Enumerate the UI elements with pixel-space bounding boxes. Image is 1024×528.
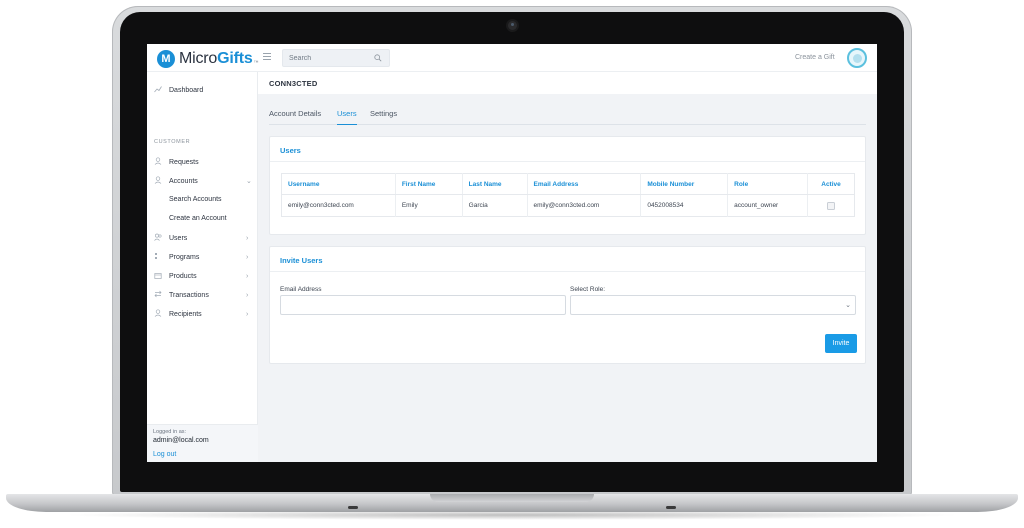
brand-logo[interactable]: M MicroGifts ™ <box>157 49 259 69</box>
search-icon[interactable] <box>374 54 382 62</box>
email-label: Email Address <box>280 286 322 293</box>
sidebar-item-products[interactable]: Products › <box>147 268 258 284</box>
swap-arrows-icon <box>154 290 162 298</box>
sidebar-item-label: Accounts <box>169 177 198 185</box>
sidebar-item-label: Requests <box>169 158 199 166</box>
brand-name: MicroGifts <box>179 50 253 67</box>
users-icon <box>154 233 162 241</box>
search-box <box>282 49 390 67</box>
brand-trademark: ™ <box>253 60 259 66</box>
email-field-wrapper <box>280 295 566 317</box>
main-content: CONN3CTED Account Details Users Settings… <box>258 72 877 462</box>
logged-in-label: Logged in as: <box>153 429 187 435</box>
invite-button[interactable]: Invite <box>825 334 857 353</box>
cell-username: emily@conn3cted.com <box>281 194 396 217</box>
sidebar-item-users[interactable]: Users › <box>147 230 258 246</box>
invite-card: Invite Users Email Address Select Role: … <box>269 246 866 364</box>
avatar[interactable] <box>847 48 867 68</box>
screen: M MicroGifts ™ Create a Gift Dashboard C… <box>147 44 877 462</box>
avatar-face-icon <box>852 53 862 63</box>
grid-icon <box>155 253 157 259</box>
sidebar-item-accounts[interactable]: Accounts ⌄ <box>147 173 258 189</box>
cell-mobile: 0452008534 <box>640 194 729 217</box>
sidebar-item-requests[interactable]: Requests <box>147 154 258 170</box>
user-icon <box>154 176 162 184</box>
cell-email: emily@conn3cted.com <box>527 194 642 217</box>
tab-bar: Account Details Users Settings <box>269 108 866 125</box>
users-card: Users Username First Name Last Name Emai… <box>269 136 866 235</box>
users-card-header: Users <box>270 137 865 162</box>
sidebar-item-search-accounts[interactable]: Search Accounts <box>169 196 222 203</box>
invite-card-header: Invite Users <box>270 247 865 272</box>
table-row[interactable]: emily@conn3cted.com Emily Garcia emily@c… <box>281 194 855 217</box>
search-input[interactable] <box>289 50 373 66</box>
tab-settings[interactable]: Settings <box>370 109 397 125</box>
chevron-right-icon: › <box>246 272 249 280</box>
chart-icon <box>154 86 162 93</box>
cell-role: account_owner <box>727 194 809 217</box>
chevron-down-icon: ⌄ <box>845 302 851 309</box>
laptop-foot-right <box>666 506 676 509</box>
logout-link[interactable]: Log out <box>153 451 176 458</box>
email-field[interactable] <box>281 298 565 317</box>
user-icon <box>154 157 162 165</box>
column-header-email[interactable]: Email Address <box>527 173 642 195</box>
chevron-right-icon: › <box>246 253 249 261</box>
tab-account-details[interactable]: Account Details <box>269 109 321 125</box>
sidebar: Dashboard CUSTOMER Requests Accounts ⌄ S… <box>147 72 258 462</box>
page-header: CONN3CTED <box>258 72 877 94</box>
hamburger-menu-icon[interactable] <box>263 53 271 61</box>
sidebar-item-label: Users <box>169 234 188 242</box>
sidebar-item-label: Transactions <box>169 291 209 299</box>
chevron-right-icon: › <box>246 310 249 318</box>
chevron-down-icon: ⌄ <box>246 178 252 185</box>
chevron-right-icon: › <box>246 291 249 299</box>
column-header-first-name[interactable]: First Name <box>395 173 463 195</box>
column-header-username[interactable]: Username <box>281 173 396 195</box>
brand-mark-icon: M <box>157 50 175 68</box>
sidebar-section-customer: CUSTOMER <box>154 139 191 145</box>
column-header-role[interactable]: Role <box>727 173 809 195</box>
sidebar-item-recipients[interactable]: Recipients › <box>147 306 258 322</box>
gift-box-icon <box>154 273 162 279</box>
camera-icon <box>508 21 517 30</box>
role-label: Select Role: <box>570 286 606 293</box>
tab-users[interactable]: Users <box>337 109 357 125</box>
users-card-title: Users <box>280 146 301 155</box>
page-title: CONN3CTED <box>269 79 318 88</box>
sidebar-footer: Logged in as: admin@local.com Log out <box>147 424 258 462</box>
invite-card-title: Invite Users <box>280 256 323 265</box>
cell-last-name: Garcia <box>462 194 528 217</box>
chevron-right-icon: › <box>246 234 249 242</box>
role-select[interactable]: ⌄ <box>570 295 856 315</box>
create-gift-link[interactable]: Create a Gift <box>795 54 835 61</box>
sidebar-item-label: Recipients <box>169 310 202 318</box>
sidebar-item-label: Programs <box>169 253 200 261</box>
user-icon <box>154 309 162 317</box>
cell-first-name: Emily <box>395 194 463 217</box>
sidebar-item-transactions[interactable]: Transactions › <box>147 287 258 303</box>
laptop-foot-left <box>348 506 358 509</box>
laptop-notch <box>430 494 594 502</box>
active-checkbox[interactable] <box>827 201 836 210</box>
sidebar-item-create-account[interactable]: Create an Account <box>169 215 227 222</box>
column-header-active[interactable]: Active <box>807 173 855 195</box>
sidebar-item-dashboard[interactable]: Dashboard <box>147 82 258 98</box>
sidebar-item-label: Products <box>169 272 197 280</box>
table-header-row: Username First Name Last Name Email Addr… <box>281 173 855 195</box>
users-table: Username First Name Last Name Email Addr… <box>281 173 855 217</box>
column-header-last-name[interactable]: Last Name <box>462 173 528 195</box>
top-bar: M MicroGifts ™ Create a Gift <box>147 44 877 72</box>
sidebar-item-programs[interactable]: Programs › <box>147 249 258 265</box>
sidebar-item-label: Dashboard <box>169 86 204 94</box>
logged-in-user: admin@local.com <box>153 437 209 444</box>
column-header-mobile[interactable]: Mobile Number <box>640 173 729 195</box>
cell-active <box>808 195 855 217</box>
